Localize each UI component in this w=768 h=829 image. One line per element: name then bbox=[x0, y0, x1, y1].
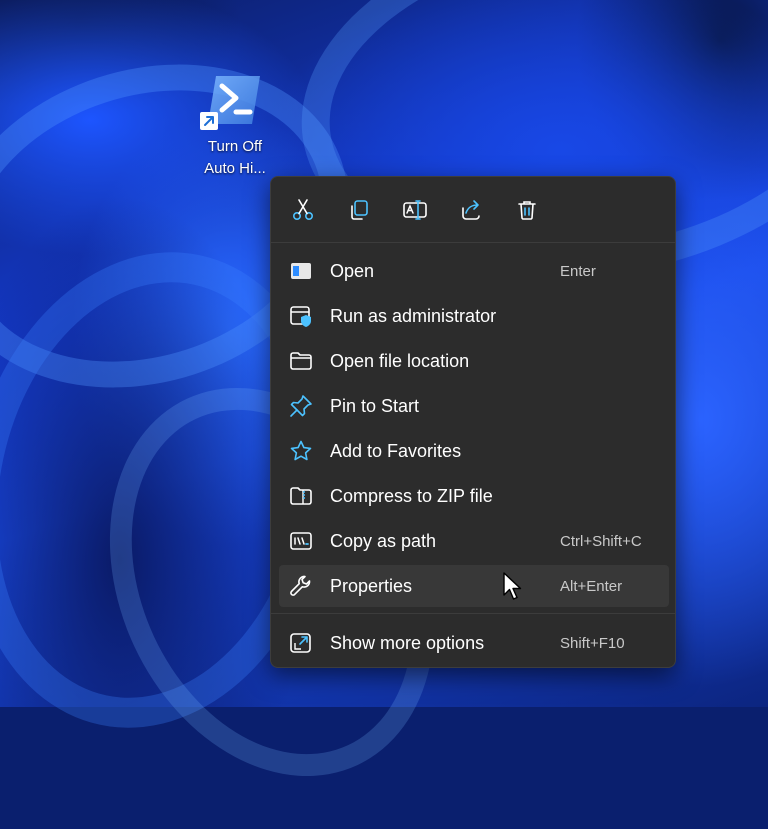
rename-button[interactable] bbox=[398, 193, 432, 227]
menu-item-compress-to-zip[interactable]: Compress to ZIP file bbox=[279, 475, 669, 517]
context-menu-toolbar bbox=[271, 177, 675, 243]
pin-icon bbox=[289, 394, 313, 418]
delete-button[interactable] bbox=[510, 193, 544, 227]
menu-item-pin-to-start[interactable]: Pin to Start bbox=[279, 385, 669, 427]
copy-button[interactable] bbox=[342, 193, 376, 227]
menu-item-label: Pin to Start bbox=[330, 396, 420, 416]
menu-item-label: Open file location bbox=[330, 351, 470, 371]
shortcut-arrow-icon bbox=[200, 112, 218, 130]
scissors-icon bbox=[292, 199, 314, 221]
share-button[interactable] bbox=[454, 193, 488, 227]
menu-item-open[interactable]: Open Enter bbox=[279, 250, 669, 292]
menu-item-add-to-favorites[interactable]: Add to Favorites bbox=[279, 430, 669, 472]
share-icon bbox=[462, 200, 480, 220]
menu-item-label: Add to Favorites bbox=[330, 441, 462, 461]
path-icon bbox=[289, 529, 313, 553]
menu-item-label: Properties bbox=[330, 576, 413, 596]
rename-icon bbox=[403, 200, 427, 220]
zip-folder-icon bbox=[289, 484, 313, 508]
cut-button[interactable] bbox=[286, 193, 320, 227]
shield-window-icon bbox=[289, 304, 313, 328]
menu-item-copy-as-path[interactable]: Copy as path Ctrl+Shift+C bbox=[279, 520, 669, 562]
menu-item-label: Open bbox=[330, 261, 375, 281]
context-menu: Open Enter Run as administrator Open fil… bbox=[270, 176, 676, 668]
menu-item-label: Run as administrator bbox=[330, 306, 497, 326]
desktop-shortcut[interactable]: Turn Off Auto Hi... bbox=[196, 72, 274, 182]
shortcut-label: Turn Off Auto Hi... bbox=[204, 138, 266, 177]
window-icon bbox=[289, 259, 313, 283]
copy-icon bbox=[351, 200, 368, 220]
menu-item-label: Copy as path bbox=[330, 531, 437, 551]
menu-divider bbox=[271, 613, 675, 614]
menu-item-show-more-options[interactable]: Show more options Shift+F10 bbox=[279, 622, 669, 664]
mouse-cursor-icon bbox=[503, 572, 522, 600]
folder-icon bbox=[289, 349, 313, 373]
menu-item-shortcut: Enter bbox=[560, 263, 596, 280]
menu-item-label: Compress to ZIP file bbox=[330, 486, 493, 506]
menu-item-shortcut: Ctrl+Shift+C bbox=[560, 533, 642, 550]
menu-item-run-as-administrator[interactable]: Run as administrator bbox=[279, 295, 669, 337]
star-icon bbox=[289, 439, 313, 463]
menu-item-properties[interactable]: Properties Alt+Enter bbox=[279, 565, 669, 607]
menu-item-open-file-location[interactable]: Open file location bbox=[279, 340, 669, 382]
trash-icon bbox=[518, 201, 536, 220]
wrench-icon bbox=[289, 574, 313, 598]
expand-icon bbox=[289, 631, 313, 655]
menu-item-label: Show more options bbox=[330, 633, 485, 653]
menu-item-shortcut: Shift+F10 bbox=[560, 635, 625, 652]
menu-item-shortcut: Alt+Enter bbox=[560, 578, 623, 595]
